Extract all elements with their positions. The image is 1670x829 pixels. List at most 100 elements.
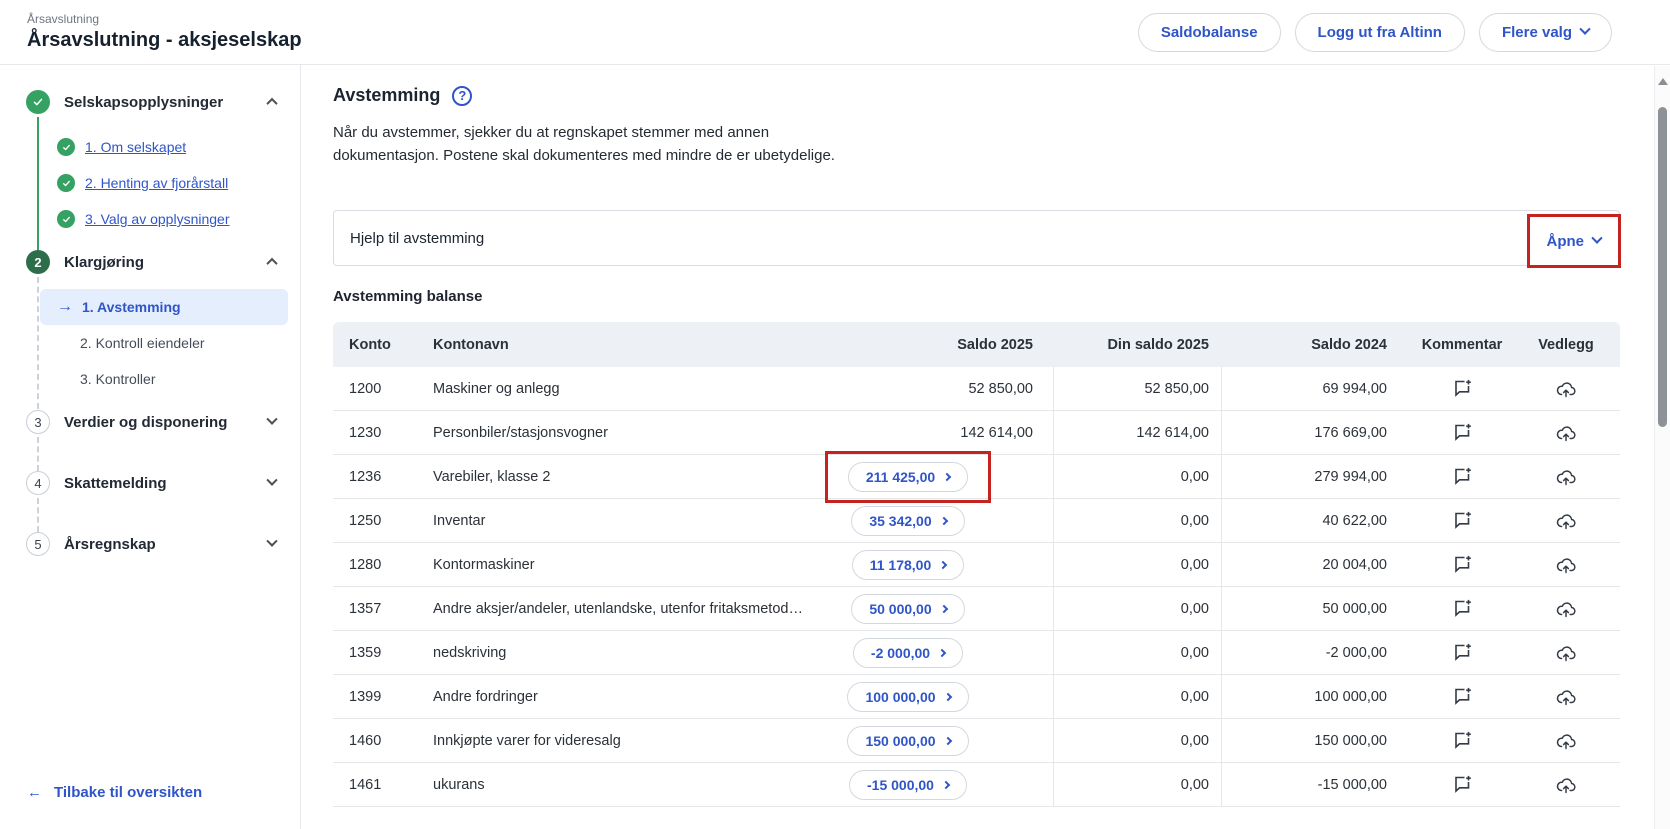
cloud-upload-icon[interactable]: [1553, 508, 1579, 534]
cell-saldo-2024: -2 000,00: [1222, 645, 1412, 661]
table-row: 1460 Innkjøpte varer for videresalg 150 …: [333, 719, 1620, 763]
chevron-down-icon: [1579, 24, 1590, 35]
cell-saldo-2024: 100 000,00: [1222, 689, 1412, 705]
help-icon[interactable]: ?: [452, 86, 472, 106]
saldo-detail-link[interactable]: 50 000,00: [851, 594, 964, 624]
cell-din-saldo-2025[interactable]: 52 850,00: [1053, 367, 1222, 410]
pill-wrapper: -15 000,00: [849, 770, 967, 800]
section-header-skattemelding[interactable]: 4 Skattemelding: [0, 470, 300, 496]
column-header-saldo-2024: Saldo 2024: [1222, 337, 1412, 353]
help-panel-label: Hjelp til avstemming: [350, 230, 484, 247]
sidebar-section-verdier-og-disponering: 3 Verdier og disponering: [0, 409, 300, 435]
cell-din-saldo-2025[interactable]: 0,00: [1053, 719, 1222, 762]
table-row: 1230 Personbiler/stasjonsvogner 142 614,…: [333, 411, 1620, 455]
saldo-detail-link[interactable]: 11 178,00: [852, 550, 965, 580]
cloud-upload-icon[interactable]: [1553, 728, 1579, 754]
scroll-up-arrow-icon[interactable]: [1658, 78, 1668, 85]
sidebar-item-om-selskapet[interactable]: 1. Om selskapet: [0, 129, 300, 165]
table-row: 1200 Maskiner og anlegg 52 850,00 52 850…: [333, 367, 1620, 411]
cell-saldo-2025: -15 000,00: [803, 770, 1053, 800]
cloud-upload-icon[interactable]: [1553, 420, 1579, 446]
comment-add-icon[interactable]: [1450, 728, 1475, 753]
sidebar-item-valg-av-opplysninger[interactable]: 3. Valg av opplysninger: [0, 201, 300, 237]
cell-konto: 1359: [333, 645, 430, 661]
step-number-badge: 5: [26, 532, 50, 556]
comment-add-icon[interactable]: [1450, 772, 1475, 797]
cloud-upload-icon[interactable]: [1553, 376, 1579, 402]
cell-saldo-2025: 50 000,00: [803, 594, 1053, 624]
sidebar-item-avstemming[interactable]: → 1. Avstemming: [40, 289, 288, 325]
cloud-upload-icon[interactable]: [1553, 772, 1579, 798]
cell-kontonavn: Innkjøpte varer for videresalg: [430, 733, 803, 749]
table-row: 1399 Andre fordringer 100 000,00 0,00 10…: [333, 675, 1620, 719]
saldo-detail-link[interactable]: 100 000,00: [847, 682, 968, 712]
reconciliation-table: Konto Kontonavn Saldo 2025 Din saldo 202…: [333, 322, 1620, 807]
back-to-overview-link[interactable]: ← Tilbake til oversikten: [27, 784, 202, 801]
cell-din-saldo-2025[interactable]: 0,00: [1053, 499, 1222, 542]
sidebar-item-henting-av-fjorarstall[interactable]: 2. Henting av fjorårstall: [0, 165, 300, 201]
flere-valg-button[interactable]: Flere valg: [1479, 13, 1612, 52]
comment-add-icon[interactable]: [1450, 464, 1475, 489]
cell-din-saldo-2025[interactable]: 0,00: [1053, 675, 1222, 718]
open-help-button[interactable]: Åpne: [1527, 214, 1622, 268]
saldo-detail-link[interactable]: 35 342,00: [851, 506, 964, 536]
saldobalanse-button[interactable]: Saldobalanse: [1138, 13, 1281, 52]
pill-wrapper: 11 178,00: [852, 550, 965, 580]
cloud-upload-icon[interactable]: [1553, 552, 1579, 578]
cell-din-saldo-2025[interactable]: 0,00: [1053, 543, 1222, 586]
cell-konto: 1230: [333, 425, 430, 441]
cell-kontonavn: Kontormaskiner: [430, 557, 803, 573]
comment-add-icon[interactable]: [1450, 596, 1475, 621]
scrollbar-thumb[interactable]: [1658, 107, 1667, 427]
saldo-detail-link[interactable]: 150 000,00: [847, 726, 968, 756]
cell-din-saldo-2025[interactable]: 0,00: [1053, 455, 1222, 498]
sidebar: Selskapsopplysninger 1. Om selskapet 2. …: [0, 65, 301, 829]
comment-add-icon[interactable]: [1450, 640, 1475, 665]
scrollbar[interactable]: [1654, 66, 1670, 829]
section-header-klargjoring[interactable]: 2 Klargjøring: [0, 249, 300, 275]
section-header-selskapsopplysninger[interactable]: Selskapsopplysninger: [0, 89, 300, 115]
comment-add-icon[interactable]: [1450, 420, 1475, 445]
help-panel: Hjelp til avstemming Åpne: [333, 210, 1620, 266]
cell-din-saldo-2025[interactable]: 0,00: [1053, 587, 1222, 630]
cell-kontonavn: Andre aksjer/andeler, utenlandske, utenf…: [430, 601, 803, 617]
cell-saldo-2025: -2 000,00: [803, 638, 1053, 668]
section-header-arsregnskap[interactable]: 5 Årsregnskap: [0, 531, 300, 557]
check-circle-icon: [26, 90, 50, 114]
table-header-row: Konto Kontonavn Saldo 2025 Din saldo 202…: [333, 322, 1620, 367]
chevron-right-icon: [942, 780, 950, 788]
cell-saldo-2025: 150 000,00: [803, 726, 1053, 756]
app-header: Årsavslutning Årsavslutning - aksjeselsk…: [0, 0, 1670, 65]
cell-din-saldo-2025[interactable]: 142 614,00: [1053, 411, 1222, 454]
sidebar-item-kontroller[interactable]: 3. Kontroller: [0, 361, 300, 397]
comment-add-icon[interactable]: [1450, 376, 1475, 401]
saldo-detail-link[interactable]: -15 000,00: [849, 770, 967, 800]
cell-din-saldo-2025[interactable]: 0,00: [1053, 631, 1222, 674]
sidebar-item-kontroll-eiendeler[interactable]: 2. Kontroll eiendeler: [0, 325, 300, 361]
cloud-upload-icon[interactable]: [1553, 684, 1579, 710]
saldo-detail-link[interactable]: -2 000,00: [853, 638, 963, 668]
saldo-detail-link[interactable]: 211 425,00: [848, 462, 968, 492]
cell-saldo-2025: 11 178,00: [803, 550, 1053, 580]
column-header-kontonavn: Kontonavn: [430, 337, 803, 353]
breadcrumb: Årsavslutning: [27, 12, 302, 26]
comment-add-icon[interactable]: [1450, 508, 1475, 533]
logout-altinn-button[interactable]: Logg ut fra Altinn: [1295, 13, 1465, 52]
section-title: Avstemming: [333, 85, 440, 106]
check-circle-icon: [57, 210, 75, 228]
section-header-verdier-og-disponering[interactable]: 3 Verdier og disponering: [0, 409, 300, 435]
pill-wrapper: 150 000,00: [847, 726, 968, 756]
table-body: 1200 Maskiner og anlegg 52 850,00 52 850…: [333, 367, 1620, 807]
table-row: 1250 Inventar 35 342,00 0,00 40 622,00: [333, 499, 1620, 543]
cell-saldo-2024: 150 000,00: [1222, 733, 1412, 749]
comment-add-icon[interactable]: [1450, 552, 1475, 577]
cloud-upload-icon[interactable]: [1553, 464, 1579, 490]
check-circle-icon: [57, 174, 75, 192]
cell-din-saldo-2025[interactable]: 0,00: [1053, 763, 1222, 806]
pill-wrapper: -2 000,00: [853, 638, 963, 668]
cloud-upload-icon[interactable]: [1553, 640, 1579, 666]
column-header-vedlegg: Vedlegg: [1512, 337, 1620, 353]
cell-konto: 1250: [333, 513, 430, 529]
cloud-upload-icon[interactable]: [1553, 596, 1579, 622]
comment-add-icon[interactable]: [1450, 684, 1475, 709]
